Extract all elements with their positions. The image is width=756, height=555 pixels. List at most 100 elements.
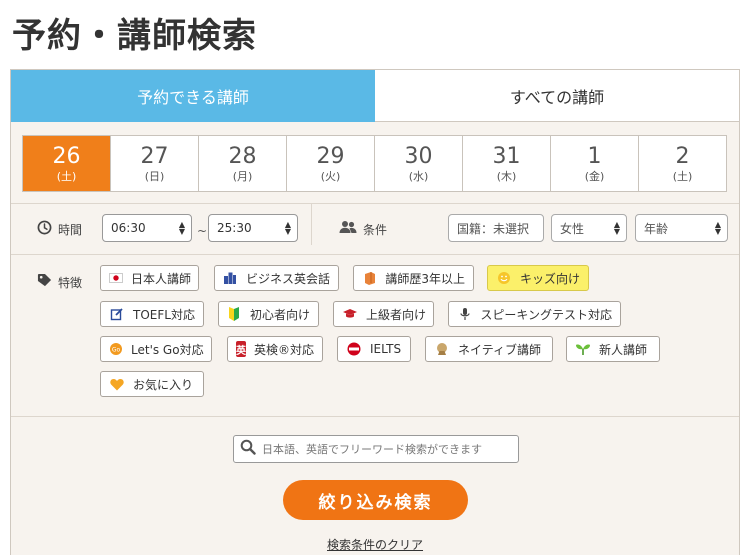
conditions-label-text: 条件 xyxy=(363,222,388,237)
filter-search-button[interactable]: 絞り込み検索 xyxy=(283,480,468,520)
divider xyxy=(11,416,739,417)
divider xyxy=(311,203,312,245)
feature-tag-business[interactable]: ビジネス英会話 xyxy=(214,265,339,291)
tab-all-teachers[interactable]: すべての講師 xyxy=(375,70,739,122)
feature-tag-label: TOEFL対応 xyxy=(133,307,195,322)
feature-tag-label: お気に入り xyxy=(133,377,194,392)
date-number: 27 xyxy=(140,143,169,169)
select-arrows-icon: ▲ ▼ xyxy=(178,220,185,236)
svg-text:Go: Go xyxy=(112,347,121,354)
date-weekday: (日) xyxy=(144,169,165,183)
feature-tag-label: 英検®対応 xyxy=(254,342,315,357)
feature-tag-label: 新人講師 xyxy=(599,342,648,357)
select-arrows-icon: ▲ ▼ xyxy=(714,220,721,236)
feature-tag-new-teacher[interactable]: 新人講師 xyxy=(566,336,660,362)
date-weekday: (火) xyxy=(320,169,341,183)
date-cell[interactable]: 2 (土) xyxy=(638,136,726,191)
feature-tag-kids[interactable]: キッズ向け xyxy=(487,265,589,291)
age-select[interactable]: 年齢 ▲ ▼ xyxy=(635,214,728,242)
feature-tag-speaking-test[interactable]: スピーキングテスト対応 xyxy=(448,301,621,327)
feature-tag-label: 日本人講師 xyxy=(131,271,192,286)
select-arrows-icon: ▲ ▼ xyxy=(284,220,291,236)
time-label-text: 時間 xyxy=(58,223,83,237)
search-icon xyxy=(240,439,256,459)
users-icon xyxy=(339,220,357,238)
time-label: 時間 xyxy=(37,220,82,239)
freeword-search-input[interactable] xyxy=(262,442,512,456)
microphone-icon xyxy=(457,306,472,322)
date-weekday: (水) xyxy=(408,169,429,183)
date-weekday: (土) xyxy=(56,169,77,183)
smiley-icon xyxy=(496,270,512,286)
date-number: 2 xyxy=(675,143,690,169)
gender-value: 女性 xyxy=(560,221,585,236)
nationality-value: 国籍：未選択 xyxy=(457,221,530,236)
date-cell[interactable]: 30 (水) xyxy=(374,136,462,191)
search-panel: 予約できる講師 すべての講師 26 (土) 27 (日) 28 (月) 29 (… xyxy=(10,69,740,555)
page-title: 予約・講師検索 xyxy=(12,16,257,56)
date-cell[interactable]: 1 (金) xyxy=(550,136,638,191)
feature-tag-toefl[interactable]: TOEFL対応 xyxy=(100,301,204,327)
eiken-icon: 英 xyxy=(236,341,246,357)
tab-bar: 予約できる講師 すべての講師 xyxy=(11,70,739,122)
time-to-select[interactable]: 25:30 ▲ ▼ xyxy=(208,214,298,242)
ielts-icon xyxy=(346,341,362,357)
date-weekday: (土) xyxy=(672,169,693,183)
features-label-text: 特徴 xyxy=(58,276,83,290)
feature-tag-ielts[interactable]: IELTS xyxy=(337,336,411,362)
book-icon xyxy=(362,270,377,286)
tab-available-teachers[interactable]: 予約できる講師 xyxy=(11,70,375,122)
time-to-value: 25:30 xyxy=(217,221,252,235)
feature-tag-label: ネイティブ講師 xyxy=(458,342,542,357)
date-number: 26 xyxy=(52,143,81,169)
date-number: 31 xyxy=(492,143,521,169)
date-selector: 26 (土) 27 (日) 28 (月) 29 (火) 30 (水) 31 (木… xyxy=(22,135,727,192)
date-cell[interactable]: 31 (木) xyxy=(462,136,550,191)
feature-tag-label: 初心者向け xyxy=(249,307,310,322)
date-cell[interactable]: 28 (月) xyxy=(198,136,286,191)
feature-tag-beginner[interactable]: 初心者向け xyxy=(218,301,319,327)
feature-tag-label: ビジネス英会話 xyxy=(245,271,330,286)
feature-tag-japanese-teacher[interactable]: 日本人講師 xyxy=(100,265,199,291)
letsgo-icon: Go xyxy=(109,341,123,357)
date-number: 29 xyxy=(316,143,345,169)
feature-tag-experienced[interactable]: 講師歴3年以上 xyxy=(353,265,474,291)
date-number: 30 xyxy=(404,143,433,169)
clear-conditions-link[interactable]: 検索条件のクリア xyxy=(327,536,423,553)
feature-tag-favorites[interactable]: お気に入り xyxy=(100,371,204,397)
features-label: 特徴 xyxy=(37,273,82,292)
feature-tag-label: スピーキングテスト対応 xyxy=(480,307,612,322)
feature-tag-letsgo[interactable]: Go Let's Go対応 xyxy=(100,336,212,362)
date-cell[interactable]: 29 (火) xyxy=(286,136,374,191)
feature-tag-label: キッズ向け xyxy=(519,271,580,286)
edit-icon xyxy=(109,306,125,322)
date-cell[interactable]: 26 (土) xyxy=(23,136,110,191)
japan-flag-icon xyxy=(109,270,123,286)
date-number: 28 xyxy=(228,143,257,169)
select-arrows-icon: ▲ ▼ xyxy=(613,220,620,236)
gender-select[interactable]: 女性 ▲ ▼ xyxy=(551,214,627,242)
age-value: 年齢 xyxy=(644,221,669,236)
tag-icon xyxy=(37,273,52,292)
building-icon xyxy=(223,270,238,286)
time-separator: ~ xyxy=(197,224,208,238)
feature-tag-eiken[interactable]: 英 英検®対応 xyxy=(227,336,323,362)
date-number: 1 xyxy=(587,143,602,169)
feature-tag-advanced[interactable]: 上級者向け xyxy=(333,301,434,327)
heart-icon xyxy=(109,376,125,392)
divider xyxy=(11,254,739,255)
time-from-value: 06:30 xyxy=(111,221,146,235)
date-weekday: (木) xyxy=(496,169,517,183)
date-weekday: (金) xyxy=(584,169,605,183)
feature-tag-label: 上級者向け xyxy=(366,307,427,322)
clock-icon xyxy=(37,220,52,239)
nationality-select[interactable]: 国籍：未選択 xyxy=(448,214,544,242)
sprout-icon xyxy=(575,341,591,357)
date-cell[interactable]: 27 (日) xyxy=(110,136,198,191)
feature-tag-label: IELTS xyxy=(370,342,402,356)
native-icon xyxy=(434,341,450,357)
beginner-mark-icon xyxy=(227,306,242,322)
feature-tag-native[interactable]: ネイティブ講師 xyxy=(425,336,553,362)
divider xyxy=(11,203,739,204)
time-from-select[interactable]: 06:30 ▲ ▼ xyxy=(102,214,192,242)
